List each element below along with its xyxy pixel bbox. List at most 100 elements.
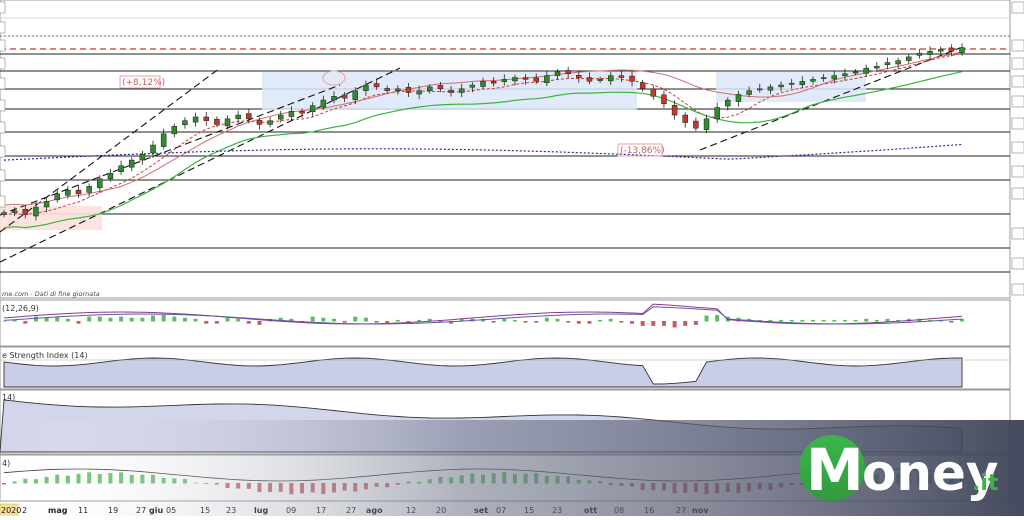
axis-label-box [1011, 39, 1024, 52]
macd-bar [555, 318, 560, 322]
candle-body [788, 82, 795, 85]
macd-bar [65, 318, 70, 322]
candle-body [416, 90, 422, 95]
macd-bar [140, 317, 145, 322]
macd-bar [832, 319, 837, 322]
candle-body [458, 88, 465, 93]
macd-bar [619, 321, 624, 323]
candle-body [863, 67, 869, 74]
macd-bar [842, 319, 847, 322]
candle-body [916, 52, 923, 56]
macd-bar [2, 321, 6, 322]
macd-panel: (12,26,9) [0, 299, 1011, 347]
candle-body [639, 82, 646, 90]
candle-body [501, 79, 508, 82]
candle-body [554, 71, 561, 76]
axis-label-box [0, 121, 6, 134]
macd-bar [23, 321, 28, 324]
axis-label-box [0, 195, 6, 208]
candle-body [703, 118, 710, 130]
candle-body [799, 81, 806, 85]
candle-body [22, 208, 29, 215]
macd-bar [544, 317, 549, 322]
candle-body [757, 88, 763, 91]
chart-stage: (+8,12%) (-13,86%) me.com - Dati di fine… [0, 0, 1024, 516]
macd-bar [779, 319, 784, 322]
axis-label-box [1011, 187, 1024, 200]
candle-body [107, 172, 114, 180]
axis-label-box [0, 77, 6, 90]
axis-label-box [0, 57, 6, 70]
macd-bar [214, 321, 219, 324]
macd-bar [512, 319, 517, 322]
candle-body [820, 77, 827, 79]
macd-bar [374, 321, 379, 323]
candle-body [448, 90, 454, 93]
macd-bar [193, 318, 198, 322]
candle-body [373, 83, 380, 88]
macd-bar [236, 318, 241, 322]
macd-bar [172, 316, 177, 322]
candle-body [927, 51, 933, 55]
candle-body [341, 94, 348, 99]
macd-bar [161, 315, 166, 322]
candle-body [671, 105, 678, 116]
candle-body [160, 133, 167, 147]
axis-label-box [0, 145, 6, 158]
macd-bar [108, 317, 113, 322]
candle-body [597, 79, 603, 81]
macd-bar [587, 321, 592, 324]
macd-bar [76, 321, 81, 324]
candle-body [607, 75, 614, 82]
macd-bar [534, 321, 539, 323]
candle-body [118, 165, 124, 172]
macd-bar [246, 321, 251, 324]
candle-body [97, 178, 103, 189]
candle-body [693, 120, 699, 129]
macd-bar [97, 316, 102, 322]
axis-label-box [1011, 1, 1024, 14]
macd-bar [523, 321, 528, 323]
gain-label: (+8,12%) [122, 78, 165, 88]
candle-body [937, 49, 944, 52]
axis-label-box [0, 169, 6, 182]
macd-bar [864, 318, 869, 322]
macd-bar [885, 318, 890, 322]
candle-body [352, 90, 359, 100]
candle-body [522, 77, 529, 80]
axis-label-box [1011, 283, 1024, 296]
macd-bar [715, 315, 720, 322]
candle-body [214, 118, 220, 125]
macd-bar [598, 319, 603, 322]
loss-label: (-13,86%) [620, 146, 665, 156]
candle-body [384, 88, 390, 91]
candle-body [139, 154, 146, 161]
fade-overlay [0, 420, 1024, 516]
axis-label-box [1011, 95, 1024, 108]
candle-body [288, 111, 295, 117]
axis-label-box [1011, 257, 1024, 270]
axis-label-box [0, 21, 6, 34]
candle-body [512, 77, 518, 82]
candle-body [320, 99, 327, 108]
macd-bar [151, 315, 156, 322]
rsi-panel: e Strength Index (14) [0, 346, 1011, 390]
candle-body [192, 116, 199, 123]
macd-bar [129, 317, 134, 322]
candle-body [11, 210, 18, 213]
macd-bar [693, 321, 698, 325]
macd-bar [87, 316, 92, 322]
candle-body [618, 75, 625, 78]
macd-bar [321, 317, 326, 322]
macd-bar [608, 318, 613, 322]
macd-bar [331, 318, 336, 322]
candle-body [363, 84, 369, 91]
macd-title: (12,26,9) [2, 304, 39, 313]
macd-bar [257, 321, 262, 325]
macd-bar [789, 319, 794, 322]
macd-bar [566, 321, 571, 323]
candle-body [810, 79, 816, 82]
candle-body [150, 144, 156, 154]
candle-body [235, 114, 241, 120]
candle-body [65, 189, 71, 196]
